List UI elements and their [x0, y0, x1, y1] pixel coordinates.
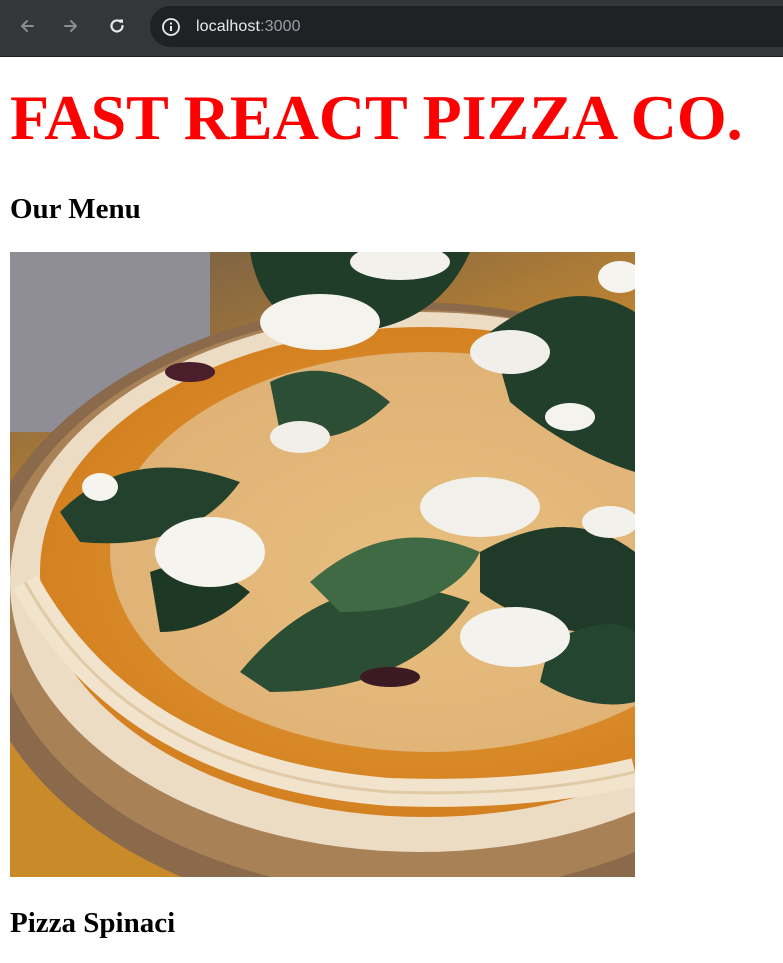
browser-toolbar: localhost:3000 [0, 0, 783, 57]
forward-button[interactable] [55, 10, 87, 42]
address-bar[interactable]: localhost:3000 [150, 6, 783, 47]
menu-item-name: Pizza Spinaci [10, 907, 176, 939]
url-text[interactable]: localhost:3000 [196, 18, 301, 36]
pizza-photo [10, 252, 635, 877]
url-host: localhost [196, 17, 261, 35]
back-button[interactable] [11, 10, 43, 42]
reload-button[interactable] [101, 10, 133, 42]
url-port: :3000 [260, 17, 301, 35]
info-icon[interactable] [161, 17, 181, 37]
arrow-right-icon [64, 20, 77, 32]
reload-icon [110, 19, 124, 33]
page-title: FAST REACT PIZZA CO. [10, 82, 743, 153]
arrow-left-icon [21, 20, 34, 32]
menu-heading: Our Menu [10, 193, 141, 225]
